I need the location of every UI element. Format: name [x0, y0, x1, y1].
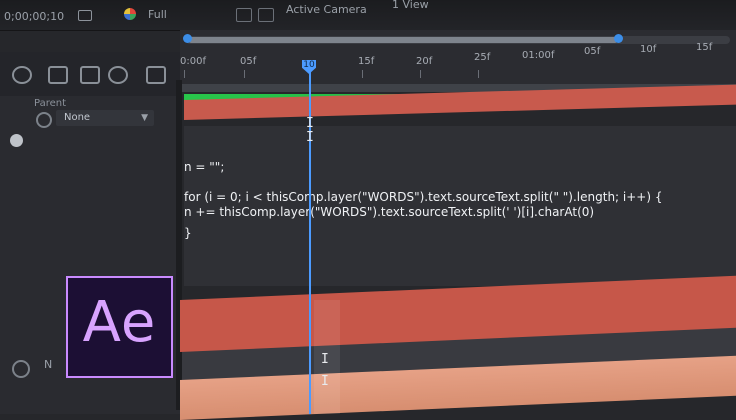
ruler-tick-label: 0:00f — [180, 56, 206, 67]
frame-blending-icon[interactable] — [48, 66, 68, 84]
code-line: n += thisComp.layer("WORDS").text.source… — [184, 205, 595, 219]
camera-view-dropdown[interactable]: Active Camera — [286, 3, 367, 16]
pick-whip-icon[interactable] — [12, 360, 30, 378]
after-effects-logo: Ae — [66, 276, 173, 378]
ruler-tick-label: 01:00f — [522, 50, 555, 61]
ruler-tick-label: 15f — [696, 42, 713, 53]
ruler-tick — [362, 70, 363, 78]
pick-whip-icon[interactable] — [36, 112, 52, 128]
code-line: } — [184, 226, 192, 240]
text-cursor-icon: I — [306, 116, 314, 131]
ruler-tick — [420, 70, 421, 78]
channel-color-icon[interactable] — [124, 8, 136, 20]
snapshot-camera-icon[interactable] — [78, 10, 92, 21]
text-cursor-icon: I — [321, 374, 329, 389]
ruler-tick-label: 05f — [240, 56, 257, 67]
view-layout-dropdown[interactable]: 1 View — [392, 0, 429, 11]
code-line: n = ""; — [184, 160, 225, 174]
ruler-tick-label: 05f — [584, 46, 601, 57]
navigator-end-handle[interactable] — [614, 34, 623, 43]
ruler-tick — [184, 70, 185, 78]
graph-editor-icon[interactable] — [108, 66, 128, 84]
ruler-tick-label: 10f — [640, 44, 657, 55]
stopwatch-icon[interactable] — [10, 134, 23, 147]
code-line: for (i = 0; i < thisComp.layer("WORDS").… — [184, 190, 663, 204]
text-cursor-icon: I — [321, 352, 329, 367]
region-of-interest-icon[interactable] — [236, 8, 252, 22]
motion-blur-icon[interactable] — [80, 66, 100, 84]
parent-dropdown[interactable]: None ▼ — [56, 110, 154, 126]
resolution-dropdown[interactable]: Full — [148, 8, 167, 21]
ruler-tick-label: 25f — [474, 52, 491, 63]
composition-flowchart-icon[interactable] — [146, 66, 166, 84]
after-effects-logo-text: Ae — [82, 290, 157, 355]
chevron-down-icon: ▼ — [141, 113, 148, 123]
ruler-tick — [244, 70, 245, 78]
parent-dropdown-value: None — [64, 112, 91, 123]
transparency-grid-icon[interactable] — [258, 8, 274, 22]
parent-column-header: Parent — [34, 98, 67, 109]
layer-name-partial: N — [44, 358, 53, 371]
time-navigator-range[interactable] — [188, 37, 618, 43]
ruler-tick-label: 20f — [416, 56, 433, 67]
composition-toolbar: 0;00;00;10 Full Active Camera 1 View — [0, 0, 736, 31]
ruler-tick-label: 15f — [358, 56, 375, 67]
navigator-start-handle[interactable] — [183, 34, 192, 43]
text-cursor-icon: I — [306, 130, 314, 145]
timecode-display[interactable]: 0;00;00;10 — [4, 10, 64, 23]
shy-layers-icon[interactable] — [12, 66, 32, 84]
ruler-tick — [478, 70, 479, 78]
playhead-frame: 10 — [303, 60, 315, 70]
